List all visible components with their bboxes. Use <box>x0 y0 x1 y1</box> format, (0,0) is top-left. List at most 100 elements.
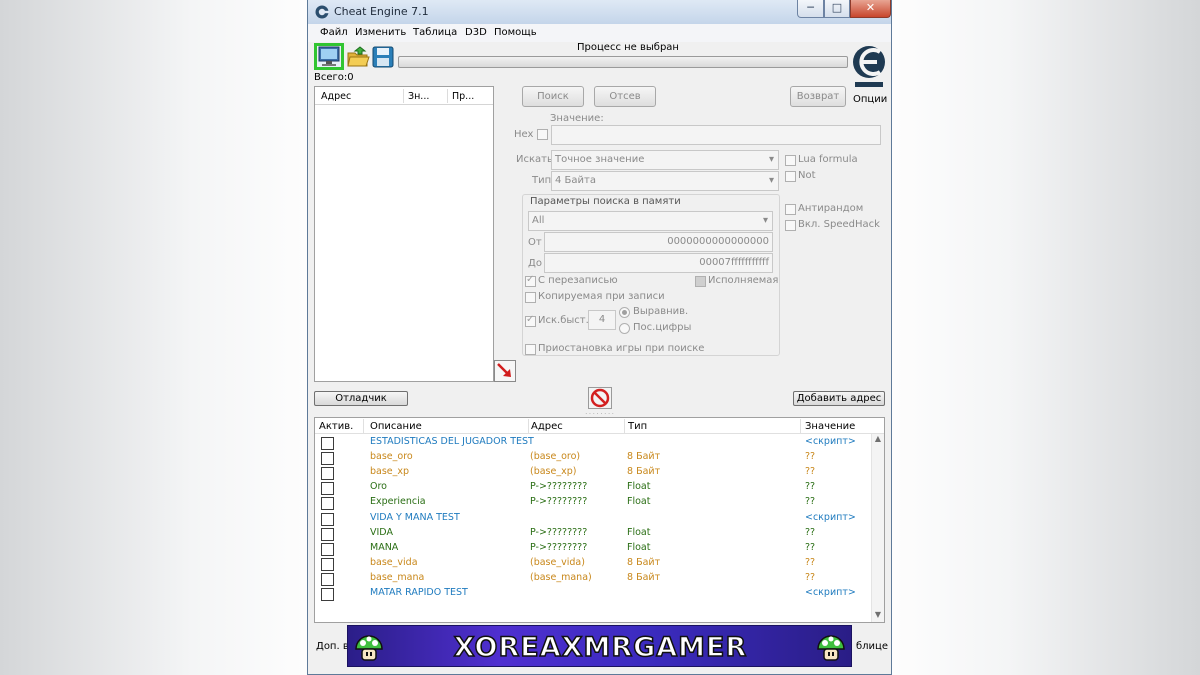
row-type: Float <box>627 481 651 493</box>
col-address[interactable]: Адрес <box>531 421 563 432</box>
table-row[interactable]: VIDA P->???????? Float?? <box>315 526 871 541</box>
red-arrow-icon <box>497 363 511 377</box>
col-description[interactable]: Описание <box>370 421 422 432</box>
scan-value-input[interactable] <box>551 125 881 145</box>
value-type-label: Тип <box>532 175 552 186</box>
close-button[interactable]: ✕ <box>850 0 891 18</box>
cheat-engine-window: Cheat Engine 7.1 ─ □ ✕ Файл Изменить Таб… <box>307 0 892 675</box>
table-row[interactable]: MANA P->???????? Float?? <box>315 541 871 556</box>
memory-view-button[interactable]: Отладчик <box>314 391 408 406</box>
lua-formula-checkbox[interactable] <box>785 155 796 166</box>
alignment-radio[interactable] <box>619 307 630 318</box>
row-description: ESTADISTICAS DEL JUGADOR TEST <box>370 436 534 447</box>
antirandom-label: Антирандом <box>798 203 864 214</box>
open-process-button[interactable] <box>314 43 344 70</box>
row-address: P->???????? <box>530 481 588 493</box>
minimize-button[interactable]: ─ <box>797 0 824 18</box>
next-scan-button[interactable]: Отсев <box>594 86 656 107</box>
table-row[interactable]: base_mana (base_mana) 8 Байт?? <box>315 571 871 586</box>
row-description: base_oro <box>370 451 413 463</box>
found-count-label: Всего:0 <box>314 72 354 83</box>
active-checkbox[interactable] <box>321 452 334 466</box>
active-checkbox[interactable] <box>321 512 334 526</box>
title-bar[interactable]: Cheat Engine 7.1 ─ □ ✕ <box>308 0 891 24</box>
antirandom-checkbox[interactable] <box>785 204 796 215</box>
executable-checkbox[interactable] <box>695 276 706 287</box>
active-checkbox[interactable] <box>321 482 334 496</box>
found-col-address[interactable]: Адрес <box>321 91 351 102</box>
last-digits-radio[interactable] <box>619 323 630 334</box>
mushroom-icon <box>817 635 845 661</box>
menu-help[interactable]: Помощь <box>494 27 537 38</box>
found-col-previous[interactable]: Пр... <box>452 91 474 102</box>
undo-scan-button[interactable]: Возврат <box>790 86 846 107</box>
computer-icon <box>318 46 340 66</box>
table-row[interactable]: VIDA Y MANA TEST <скрипт> <box>315 511 871 526</box>
row-address: P->???????? <box>530 526 588 538</box>
value-type-select[interactable]: 4 Байта <box>551 171 779 191</box>
col-value[interactable]: Значение <box>805 421 855 432</box>
hex-checkbox[interactable] <box>537 129 548 140</box>
menu-table[interactable]: Таблица <box>413 27 457 38</box>
menu-file[interactable]: Файл <box>320 27 348 38</box>
maximize-button[interactable]: □ <box>824 0 850 18</box>
add-selected-to-list-button[interactable] <box>494 360 516 382</box>
row-address: P->???????? <box>530 541 588 553</box>
active-checkbox[interactable] <box>321 437 334 450</box>
alignment-label: Выравнив. <box>633 306 689 317</box>
active-checkbox[interactable] <box>321 557 334 571</box>
active-checkbox[interactable] <box>321 542 334 556</box>
writable-checkbox[interactable] <box>525 274 536 287</box>
options-label[interactable]: Опции <box>853 94 887 105</box>
col-active[interactable]: Актив. <box>319 421 353 432</box>
open-table-button[interactable] <box>346 45 370 69</box>
found-address-list[interactable]: Адрес Зн... Пр... <box>314 86 494 382</box>
row-value: ?? <box>805 481 816 493</box>
scroll-down-icon[interactable]: ▼ <box>872 610 884 622</box>
table-row[interactable]: ESTADISTICAS DEL JUGADOR TEST <скрипт> <box>315 435 871 450</box>
save-table-button[interactable] <box>371 45 395 69</box>
table-row[interactable]: MATAR RAPIDO TEST <скрипт> <box>315 586 871 601</box>
table-extras-label[interactable]: блице <box>856 641 888 652</box>
row-value: <скрипт> <box>805 511 856 523</box>
scan-type-select[interactable]: Точное значение <box>551 150 779 170</box>
cheat-table-scrollbar[interactable]: ▲ ▼ <box>871 434 884 622</box>
active-checkbox[interactable] <box>321 467 334 481</box>
menu-edit[interactable]: Изменить <box>355 27 406 38</box>
col-type[interactable]: Тип <box>628 421 647 432</box>
cheat-table[interactable]: Актив. Описание Адрес Тип Значение ESTAD… <box>314 417 885 623</box>
stop-address-input[interactable]: 00007fffffffffff <box>544 253 773 273</box>
speedhack-checkbox[interactable] <box>785 220 796 231</box>
stop-icon[interactable] <box>588 387 612 409</box>
table-row[interactable]: base_vida (base_vida) 8 Байт?? <box>315 556 871 571</box>
fast-scan-alignment-input[interactable]: 4 <box>588 310 616 330</box>
active-checkbox[interactable] <box>321 497 334 511</box>
start-address-input[interactable]: 0000000000000000 <box>544 232 773 252</box>
first-scan-button[interactable]: Поиск <box>522 86 584 107</box>
fast-scan-checkbox[interactable] <box>525 314 536 327</box>
row-type: Float <box>627 541 651 553</box>
active-checkbox[interactable] <box>321 588 334 601</box>
row-value: ?? <box>805 556 816 568</box>
row-type: Float <box>627 526 651 538</box>
row-description: VIDA Y MANA TEST <box>370 511 460 523</box>
row-address: (base_vida) <box>530 556 585 568</box>
pause-game-checkbox[interactable] <box>525 344 536 355</box>
table-row[interactable]: Experiencia P->???????? Float?? <box>315 495 871 511</box>
active-checkbox[interactable] <box>321 527 334 541</box>
found-col-value[interactable]: Зн... <box>408 91 429 102</box>
add-address-manually-button[interactable]: Добавить адрес <box>793 391 885 406</box>
menu-bar: Файл Изменить Таблица D3D Помощь <box>308 24 891 42</box>
scroll-up-icon[interactable]: ▲ <box>872 434 884 446</box>
table-row[interactable]: base_oro (base_oro) 8 Байт?? <box>315 450 871 466</box>
copy-on-write-checkbox[interactable] <box>525 292 536 303</box>
not-checkbox[interactable] <box>785 171 796 182</box>
row-value: ?? <box>805 571 816 583</box>
memory-region-select[interactable]: All <box>528 211 773 231</box>
table-row[interactable]: base_xp (base_xp) 8 Байт?? <box>315 465 871 481</box>
row-description: MATAR RAPIDO TEST <box>370 587 468 598</box>
cheat-engine-logo-icon[interactable] <box>851 42 887 92</box>
table-row[interactable]: Oro P->???????? Float?? <box>315 480 871 496</box>
menu-d3d[interactable]: D3D <box>465 27 487 38</box>
active-checkbox[interactable] <box>321 572 334 586</box>
